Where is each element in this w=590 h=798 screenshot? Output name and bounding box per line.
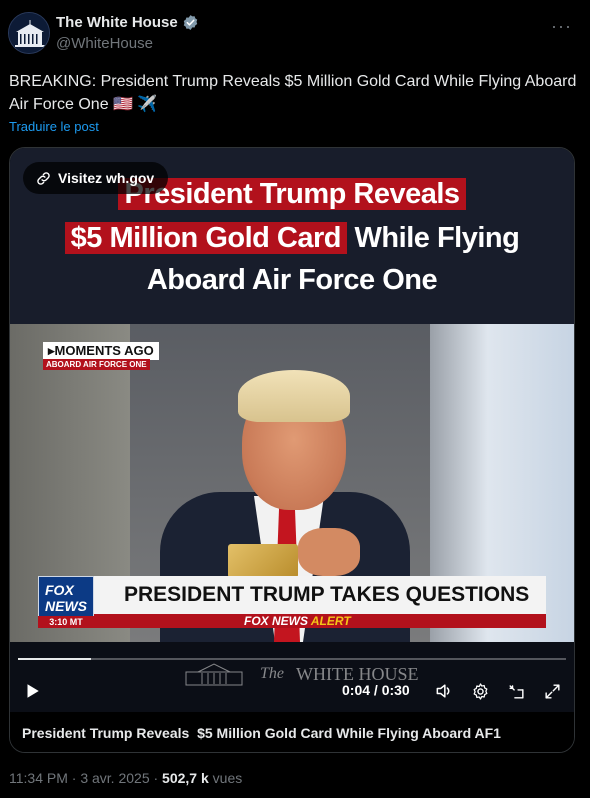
author-display-name[interactable]: The White House [56, 14, 178, 31]
volume-icon [436, 684, 450, 698]
timestamp[interactable]: 11:34 PM · 3 avr. 2025 · [9, 770, 162, 786]
video-title-line-3: Aboard Air Force One [146, 264, 438, 296]
author-handle[interactable]: @WhiteHouse [56, 35, 153, 52]
video-frame-scene: ▸MOMENTS AGO ABOARD AIR FORCE ONE FOX NE… [10, 324, 574, 642]
views-label: vues [208, 770, 243, 786]
white-house-logo-icon [9, 13, 49, 53]
white-house-watermark-icon [185, 663, 243, 686]
news-lower-third: FOX NEWS 3:10 MT PRESIDENT TRUMP TAKES Q… [10, 576, 574, 642]
verified-badge-icon [183, 15, 197, 30]
video-player[interactable]: President Trump Reveals $5 Million Gold … [10, 148, 574, 712]
avatar[interactable] [8, 12, 50, 54]
pop-out-icon [508, 684, 524, 699]
tweet-text: BREAKING: President Trump Reveals $5 Mil… [9, 73, 577, 113]
lower-third-headline: PRESIDENT TRUMP TAKES QUESTIONS [94, 576, 546, 614]
link-icon [37, 171, 50, 185]
video-time-display: 0:04 / 0:30 [342, 682, 410, 698]
video-progress-fill [18, 658, 91, 660]
video-controls: The WHITE HOUSE 0:04 / 0:30 [10, 642, 574, 712]
picture-in-picture-button[interactable] [504, 680, 528, 702]
video-card[interactable]: President Trump Reveals $5 Million Gold … [9, 147, 575, 753]
moments-ago-subtitle: ABOARD AIR FORCE ONE [43, 359, 150, 370]
views-count: 502,7 k [162, 770, 209, 786]
play-button[interactable] [20, 680, 44, 702]
visit-link-chip[interactable]: Visitez wh.gov [23, 162, 169, 194]
fullscreen-icon [544, 683, 560, 699]
settings-button[interactable] [468, 680, 492, 702]
more-horizontal-icon[interactable]: ··· [551, 16, 572, 37]
fox-news-time: 3:10 MT [38, 616, 94, 628]
author-name-row: The White House [56, 14, 199, 31]
volume-button[interactable] [432, 680, 456, 702]
video-progress-bar[interactable] [18, 658, 566, 660]
tweet-header: The White House @WhiteHouse ··· [8, 12, 582, 56]
play-icon [27, 684, 39, 698]
translate-post-link[interactable]: Traduire le post [9, 119, 99, 134]
fox-news-alert-bar: FOX NEWS ALERT [94, 614, 546, 628]
moments-ago-badge: ▸MOMENTS AGO [43, 342, 159, 360]
gear-icon [473, 682, 487, 700]
fullscreen-button[interactable] [540, 680, 564, 702]
video-title-line-2: $5 Million Gold Card While Flying [10, 222, 574, 255]
tweet-meta: 11:34 PM · 3 avr. 2025 · 502,7 k vues [9, 770, 242, 786]
visit-link-label: Visitez wh.gov [58, 170, 155, 186]
gold-card [228, 544, 298, 578]
video-caption: President Trump Reveals $5 Million Gold … [10, 712, 574, 752]
